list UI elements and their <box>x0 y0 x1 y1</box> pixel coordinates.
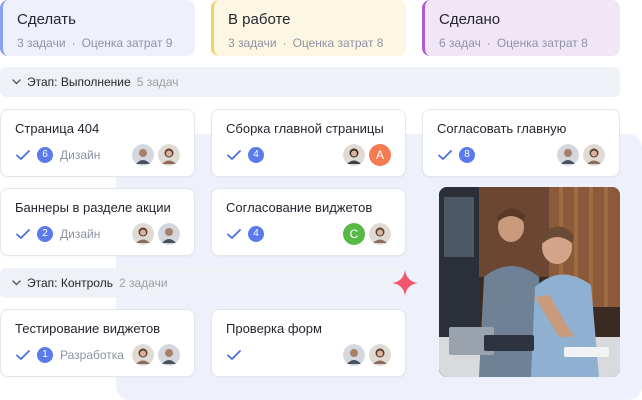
task-card[interactable]: Страница 404 6 Дизайн <box>0 109 195 177</box>
column-meta: 3 задачи · Оценка затрат 9 <box>17 36 181 50</box>
avatar[interactable] <box>158 223 180 245</box>
avatar[interactable] <box>583 144 605 166</box>
avatar[interactable] <box>158 144 180 166</box>
column-task-count: 3 задачи <box>228 36 277 50</box>
stage-row-control[interactable]: Этап: Контроль 2 задачи <box>0 268 405 298</box>
subtask-badge: 8 <box>459 147 475 163</box>
subtask-badge: 4 <box>248 147 264 163</box>
assignees <box>132 344 180 366</box>
column-task-count: 6 задач <box>439 36 481 50</box>
assignees <box>343 344 391 366</box>
task-tag: Дизайн <box>60 227 101 241</box>
task-tag: Разработка <box>60 348 124 362</box>
avatar[interactable]: C <box>343 223 365 245</box>
task-card[interactable]: Согласование виджетов 4 C <box>211 188 406 256</box>
task-card[interactable]: Проверка форм <box>211 309 406 377</box>
avatar[interactable] <box>132 144 154 166</box>
task-title: Баннеры в разделе акции <box>15 200 171 215</box>
check-icon[interactable] <box>226 347 242 363</box>
assignees <box>132 144 180 166</box>
chevron-down-icon[interactable] <box>12 77 22 88</box>
avatar[interactable] <box>343 344 365 366</box>
stage-count: 5 задач <box>136 75 179 89</box>
stage-row-execution[interactable]: Этап: Выполнение 5 задач <box>0 67 620 97</box>
task-card[interactable]: Согласовать главную 8 <box>422 109 620 177</box>
check-icon[interactable] <box>226 147 242 163</box>
column-title: Сделано <box>439 11 501 28</box>
avatar[interactable] <box>132 223 154 245</box>
column-estimate: Оценка затрат 9 <box>81 36 173 50</box>
assignees: C <box>343 223 391 245</box>
assignees <box>557 144 605 166</box>
separator-dot: · <box>71 36 76 50</box>
subtask-badge: 4 <box>248 226 264 242</box>
task-card[interactable]: Сборка главной страницы 4 A <box>211 109 406 177</box>
stage-name: Контроль <box>60 276 113 290</box>
subtask-badge: 2 <box>37 226 53 242</box>
avatar[interactable] <box>343 144 365 166</box>
check-icon[interactable] <box>15 226 31 242</box>
check-icon[interactable] <box>226 226 242 242</box>
column-meta: 6 задач · Оценка затрат 8 <box>439 36 606 50</box>
column-task-count: 3 задачи <box>17 36 66 50</box>
task-card[interactable]: Тестирование виджетов 1 Разработка <box>0 309 195 377</box>
task-title: Сборка главной страницы <box>226 121 384 136</box>
avatar[interactable] <box>369 344 391 366</box>
sparkle-icon <box>392 270 418 296</box>
column-estimate: Оценка затрат 8 <box>496 36 588 50</box>
task-title: Согласование виджетов <box>226 200 373 215</box>
column-header-in-progress[interactable]: В работе 3 задачи · Оценка затрат 8 <box>211 0 406 56</box>
column-meta: 3 задачи · Оценка затрат 8 <box>228 36 392 50</box>
task-tag: Дизайн <box>60 148 101 162</box>
separator-dot: · <box>282 36 287 50</box>
column-title: Сделать <box>17 11 76 28</box>
stage-prefix: Этап: <box>27 276 58 290</box>
stage-name: Выполнение <box>60 75 131 89</box>
avatar[interactable] <box>557 144 579 166</box>
avatar[interactable] <box>369 223 391 245</box>
assignees: A <box>343 144 391 166</box>
team-photo <box>439 187 620 377</box>
avatar[interactable]: A <box>369 144 391 166</box>
check-icon[interactable] <box>437 147 453 163</box>
assignees <box>132 223 180 245</box>
task-title: Проверка форм <box>226 321 322 336</box>
subtask-badge: 1 <box>37 347 53 363</box>
column-header-done[interactable]: Сделано 6 задач · Оценка затрат 8 <box>422 0 620 56</box>
chevron-down-icon[interactable] <box>12 278 22 289</box>
check-icon[interactable] <box>15 147 31 163</box>
task-title: Страница 404 <box>15 121 100 136</box>
stage-prefix: Этап: <box>27 75 58 89</box>
stage-count: 2 задачи <box>118 276 168 290</box>
subtask-badge: 6 <box>37 147 53 163</box>
avatar[interactable] <box>132 344 154 366</box>
separator-dot: · <box>486 36 491 50</box>
column-estimate: Оценка затрат 8 <box>292 36 384 50</box>
task-title: Согласовать главную <box>437 121 567 136</box>
column-header-todo[interactable]: Сделать 3 задачи · Оценка затрат 9 <box>0 0 195 56</box>
column-title: В работе <box>228 11 291 28</box>
check-icon[interactable] <box>15 347 31 363</box>
task-title: Тестирование виджетов <box>15 321 161 336</box>
task-card[interactable]: Баннеры в разделе акции 2 Дизайн <box>0 188 195 256</box>
avatar[interactable] <box>158 344 180 366</box>
